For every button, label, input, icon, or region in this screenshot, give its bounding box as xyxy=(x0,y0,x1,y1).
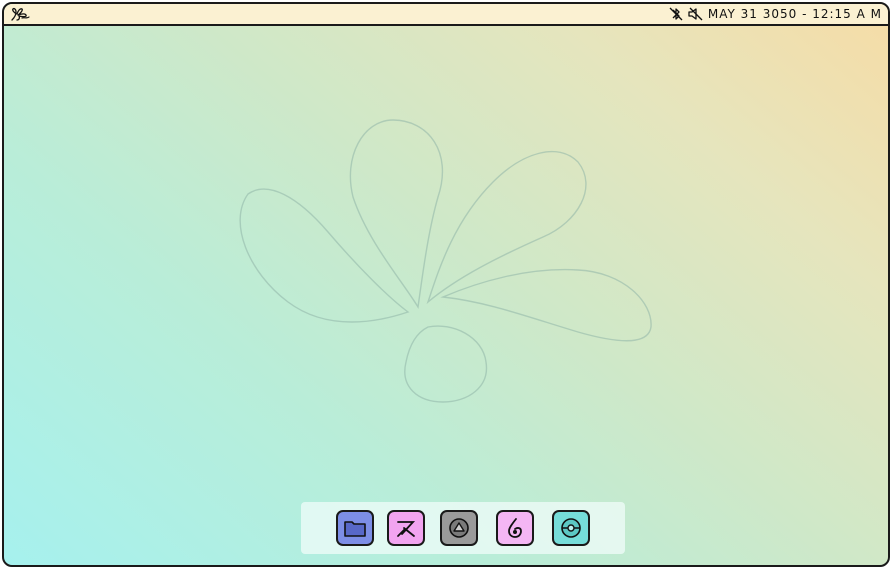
top-bar: MAY 31 3050 - 12:15 A M xyxy=(4,4,888,26)
desktop-screen: MAY 31 3050 - 12:15 A M xyxy=(2,2,890,567)
folder-icon xyxy=(344,521,366,537)
status-area: MAY 31 3050 - 12:15 A M xyxy=(668,5,882,23)
drop-icon xyxy=(508,518,522,538)
dock-item-files[interactable] xyxy=(336,510,374,546)
dock-item-drive[interactable] xyxy=(440,510,478,546)
dock-item-tools[interactable] xyxy=(387,510,425,546)
swirl-logo-icon[interactable] xyxy=(8,5,32,23)
disc-triangle-icon xyxy=(449,518,469,538)
scissors-pen-icon xyxy=(397,521,416,537)
flower-wallpaper xyxy=(239,119,652,403)
dock xyxy=(301,502,625,554)
volume-muted-icon[interactable] xyxy=(687,6,703,22)
dock-item-paint[interactable] xyxy=(496,510,534,546)
dock-item-browser[interactable] xyxy=(552,510,590,546)
clock-datetime[interactable]: MAY 31 3050 - 12:15 A M xyxy=(708,7,882,21)
bluetooth-off-icon[interactable] xyxy=(668,6,684,22)
globe-ball-icon xyxy=(561,518,581,538)
